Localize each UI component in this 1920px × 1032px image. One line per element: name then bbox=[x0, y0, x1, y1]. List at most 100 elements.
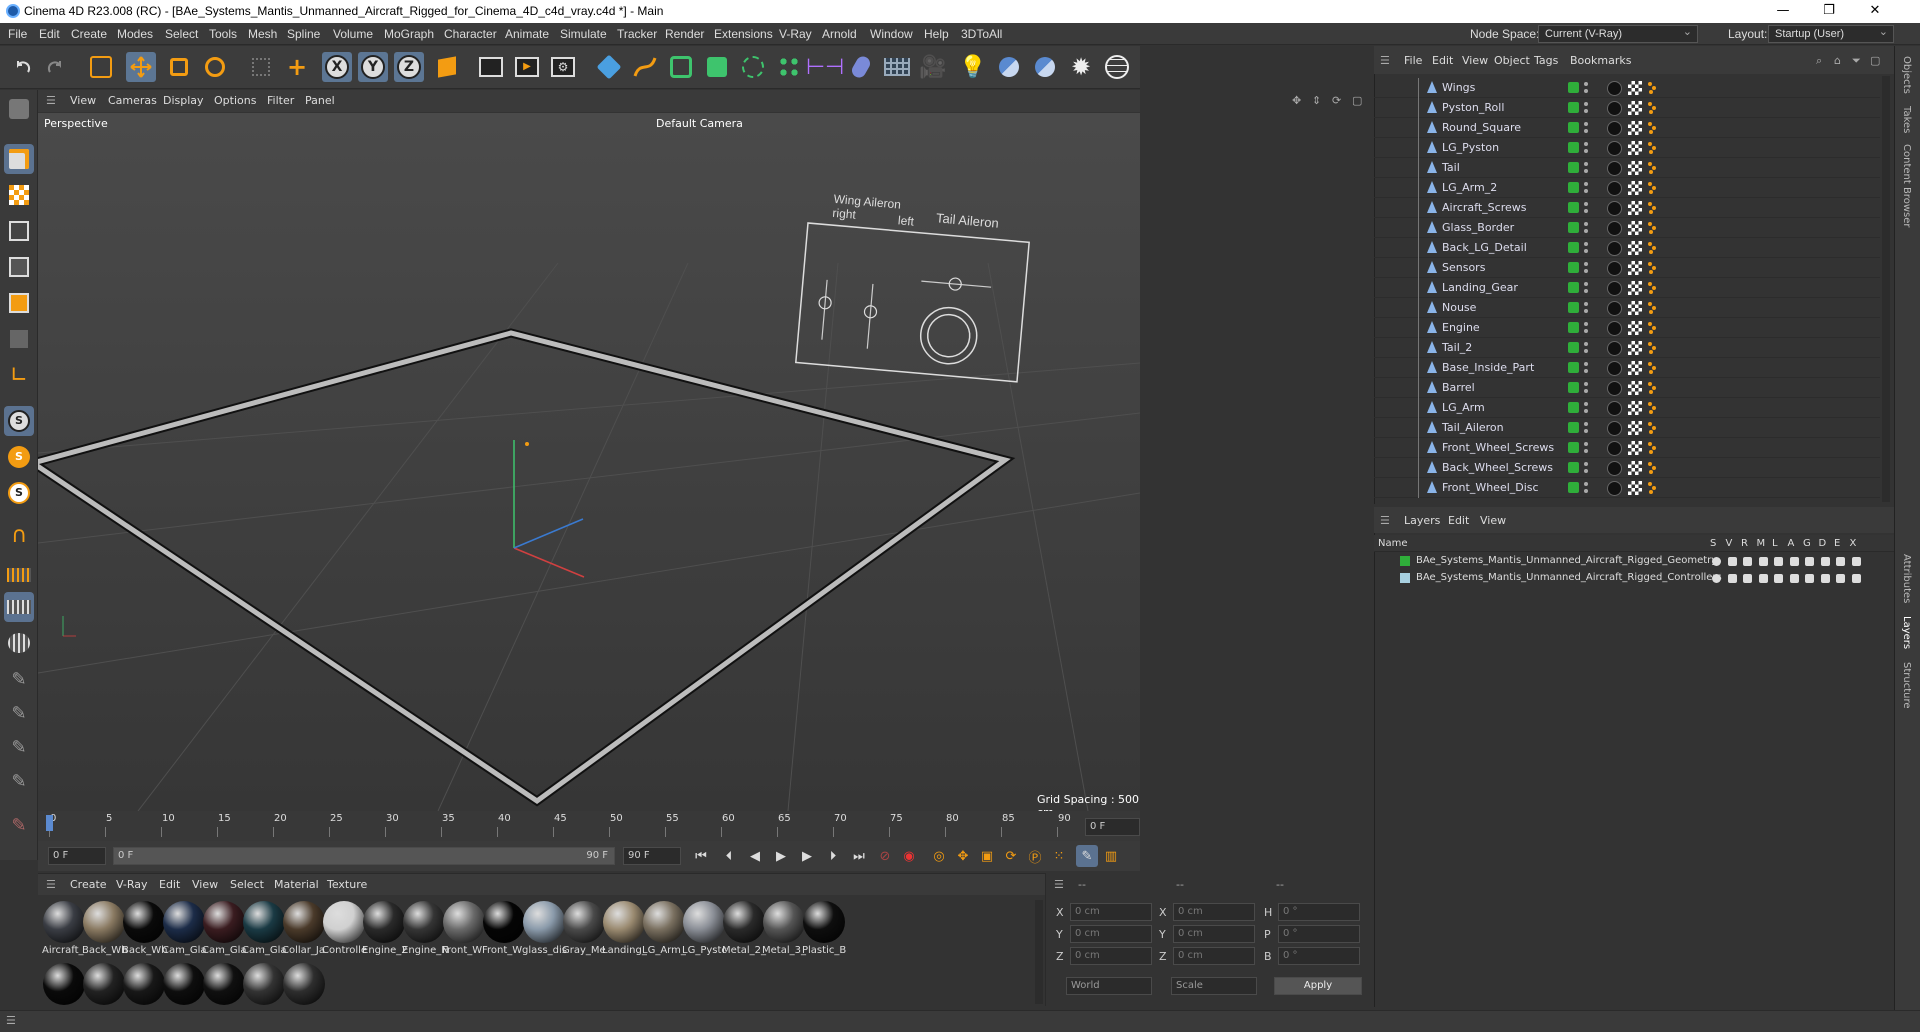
ik-tag-icon[interactable] bbox=[1646, 381, 1658, 395]
ik-tag-icon[interactable] bbox=[1646, 121, 1658, 135]
timeline-ruler[interactable]: 0 5 10 15 20 25 30 35 40 45 50 55 60 65 70 75 80 85 90 0 F bbox=[38, 811, 1140, 841]
layer-color-icon[interactable] bbox=[1568, 282, 1579, 293]
layer-color-swatch[interactable] bbox=[1400, 556, 1410, 566]
material-tag-icon[interactable] bbox=[1607, 241, 1622, 256]
status-hamburger-icon[interactable]: ☰ bbox=[6, 1014, 16, 1027]
current-frame-field[interactable]: 0 F bbox=[1085, 818, 1140, 836]
object-name[interactable]: Wings bbox=[1442, 81, 1475, 94]
menu-tracker[interactable]: Tracker bbox=[617, 27, 657, 41]
go-to-start-icon[interactable]: ⏮ bbox=[690, 845, 712, 867]
object-name[interactable]: Back_Wheel_Screws bbox=[1442, 461, 1553, 474]
gear-icon[interactable]: ✹ bbox=[1066, 52, 1096, 82]
texture-tag-icon[interactable] bbox=[1628, 161, 1642, 175]
texture-tag-icon[interactable] bbox=[1628, 201, 1642, 215]
deformer-icon[interactable] bbox=[1820, 574, 1830, 583]
render-region-icon[interactable] bbox=[476, 52, 506, 82]
visibility-dots-icon[interactable] bbox=[1584, 221, 1588, 235]
rotation-key-icon[interactable]: ⟳ bbox=[1000, 845, 1022, 867]
quantize-icon[interactable]: S bbox=[4, 478, 34, 508]
texture-tag-icon[interactable] bbox=[1628, 81, 1642, 95]
render-settings-icon[interactable]: ⚙ bbox=[548, 52, 578, 82]
layer-color-icon[interactable] bbox=[1568, 402, 1579, 413]
visibility-dots-icon[interactable] bbox=[1584, 261, 1588, 275]
animation-icon[interactable] bbox=[1789, 557, 1799, 566]
material-tag-icon[interactable] bbox=[1607, 381, 1622, 396]
ik-tag-icon[interactable] bbox=[1646, 81, 1658, 95]
polygons-mode-icon[interactable] bbox=[4, 288, 34, 318]
material-tag-icon[interactable] bbox=[1607, 341, 1622, 356]
material-menu-vray[interactable]: V-Ray bbox=[116, 878, 148, 891]
visibility-dots-icon[interactable] bbox=[1584, 481, 1588, 495]
texture-tag-icon[interactable] bbox=[1628, 281, 1642, 295]
xref-icon[interactable] bbox=[1851, 574, 1861, 583]
object-menu-edit[interactable]: Edit bbox=[1432, 54, 1453, 67]
layer-name[interactable]: BAe_Systems_Mantis_Unmanned_Aircraft_Rig… bbox=[1416, 572, 1722, 583]
floor-icon[interactable] bbox=[882, 52, 912, 82]
layer-color-icon[interactable] bbox=[1568, 142, 1579, 153]
layer-col-g[interactable]: G bbox=[1803, 538, 1811, 549]
object-row[interactable]: Engine bbox=[1374, 318, 1880, 338]
object-name[interactable]: Landing_Gear bbox=[1442, 281, 1518, 294]
material-tag-icon[interactable] bbox=[1607, 441, 1622, 456]
layer-color-icon[interactable] bbox=[1568, 322, 1579, 333]
ik-tag-icon[interactable] bbox=[1646, 421, 1658, 435]
rotate-tool-icon[interactable] bbox=[200, 52, 230, 82]
tag-icon[interactable] bbox=[846, 52, 876, 82]
visibility-dots-icon[interactable] bbox=[1584, 341, 1588, 355]
previous-frame-icon[interactable]: ◀ bbox=[744, 845, 766, 867]
apply-button[interactable]: Apply bbox=[1274, 977, 1362, 995]
play-icon[interactable]: ▶ bbox=[770, 845, 792, 867]
3d-viewport[interactable]: Wing Aileron right left Tail Aileron Per… bbox=[38, 113, 1140, 811]
end-frame-field[interactable]: 90 F bbox=[623, 847, 681, 865]
lock-icon[interactable] bbox=[1774, 557, 1783, 566]
object-name[interactable]: LG_Arm bbox=[1442, 401, 1485, 414]
x-axis-lock-icon[interactable]: X bbox=[322, 52, 352, 82]
texture-tag-icon[interactable] bbox=[1628, 321, 1642, 335]
layer-color-icon[interactable] bbox=[1568, 182, 1579, 193]
menu-render[interactable]: Render bbox=[665, 27, 704, 41]
xref-icon[interactable] bbox=[1851, 557, 1861, 566]
ik-tag-icon[interactable] bbox=[1646, 341, 1658, 355]
coord-value-field[interactable]: 0 cm bbox=[1070, 925, 1152, 943]
texture-tag-icon[interactable] bbox=[1628, 241, 1642, 255]
object-name[interactable]: Tail bbox=[1442, 161, 1460, 174]
material-tag-icon[interactable] bbox=[1607, 361, 1622, 376]
menu-arnold[interactable]: Arnold bbox=[822, 27, 857, 41]
menu-vray[interactable]: V-Ray bbox=[779, 27, 812, 41]
object-hamburger-icon[interactable]: ☰ bbox=[1380, 54, 1390, 67]
visibility-dots-icon[interactable] bbox=[1584, 181, 1588, 195]
visible-eye-icon[interactable] bbox=[1727, 574, 1737, 583]
python-icon[interactable] bbox=[994, 52, 1024, 82]
go-to-end-icon[interactable]: ⏭ bbox=[848, 845, 870, 867]
subdivision-icon[interactable] bbox=[666, 52, 696, 82]
extrude-icon[interactable] bbox=[702, 52, 732, 82]
material-tag-icon[interactable] bbox=[1607, 421, 1622, 436]
layer-col-a[interactable]: A bbox=[1788, 538, 1795, 549]
coord-value-field[interactable]: 0 ° bbox=[1278, 903, 1360, 921]
tab-layers[interactable]: Layers bbox=[1901, 616, 1912, 649]
material-tag-icon[interactable] bbox=[1607, 401, 1622, 416]
material-menu-view[interactable]: View bbox=[192, 878, 218, 891]
keyframe-selection-icon[interactable]: ◎ bbox=[928, 845, 950, 867]
edges-mode-icon[interactable] bbox=[4, 252, 34, 282]
texture-tag-icon[interactable] bbox=[1628, 101, 1642, 115]
z-axis-lock-icon[interactable]: Z bbox=[394, 52, 424, 82]
texture-tag-icon[interactable] bbox=[1628, 261, 1642, 275]
start-frame-field[interactable]: 0 F bbox=[48, 847, 106, 865]
menu-modes[interactable]: Modes bbox=[117, 27, 153, 41]
layer-color-icon[interactable] bbox=[1568, 462, 1579, 473]
layer-col-d[interactable]: D bbox=[1819, 538, 1827, 549]
menu-select[interactable]: Select bbox=[165, 27, 198, 41]
texture-tag-icon[interactable] bbox=[1628, 421, 1642, 435]
animation-icon[interactable] bbox=[1789, 574, 1799, 583]
layer-color-icon[interactable] bbox=[1568, 82, 1579, 93]
object-name[interactable]: Tail_2 bbox=[1442, 341, 1472, 354]
layer-color-icon[interactable] bbox=[1568, 102, 1579, 113]
object-name[interactable]: Back_LG_Detail bbox=[1442, 241, 1527, 254]
layer-col-r[interactable]: R bbox=[1741, 538, 1748, 549]
layer-menu-layers[interactable]: Layers bbox=[1404, 514, 1440, 527]
object-name[interactable]: Front_Wheel_Disc bbox=[1442, 481, 1539, 494]
layer-color-icon[interactable] bbox=[1568, 202, 1579, 213]
material-tag-icon[interactable] bbox=[1607, 321, 1622, 336]
param-key-icon[interactable]: Ⓟ bbox=[1024, 845, 1046, 867]
